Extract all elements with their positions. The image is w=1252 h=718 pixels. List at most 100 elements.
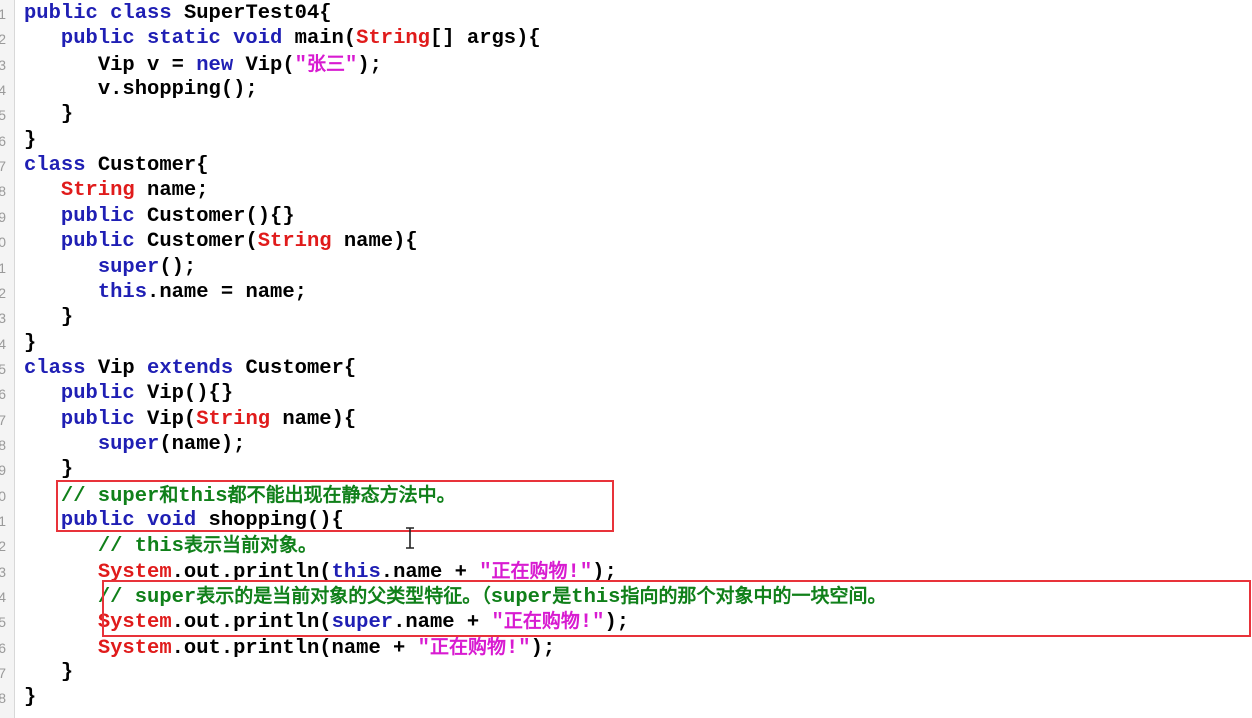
code-token: main( <box>294 27 357 51</box>
text-cursor-icon <box>406 527 414 549</box>
code-token: class <box>24 154 98 178</box>
code-token: public <box>60 204 148 228</box>
code-line[interactable]: } <box>24 331 36 356</box>
code-line[interactable]: String name; <box>24 178 209 203</box>
code-token: } <box>24 128 37 152</box>
code-line[interactable]: public Vip(String name){ <box>24 407 356 432</box>
code-line[interactable]: System.out.println(name + "正在购物!"); <box>24 635 555 661</box>
code-line[interactable]: Vip v = new Vip("张三"); <box>24 52 382 78</box>
code-token: } <box>60 661 74 685</box>
line-number: 8 <box>0 690 6 707</box>
code-token: Customer( <box>147 230 258 254</box>
line-number: 4 <box>0 589 6 606</box>
code-editor[interactable]: 1 public class SuperTest04{ 2 public stati… <box>0 0 1252 718</box>
code-token: super <box>97 255 160 279</box>
code-line[interactable]: } <box>24 305 73 330</box>
code-token: public class <box>24 2 184 25</box>
code-line[interactable]: super(name); <box>24 432 246 457</box>
highlight-box-super-note <box>102 580 1251 637</box>
code-token: Customer(){} <box>147 204 295 228</box>
code-token: String <box>356 27 430 51</box>
line-number: 3 <box>0 563 6 580</box>
code-line[interactable]: class Customer{ <box>24 153 209 178</box>
code-token: .out.println(name + <box>171 636 418 660</box>
code-line[interactable]: this.name = name; <box>24 280 307 305</box>
code-token: Customer{ <box>245 356 357 380</box>
line-number: 7 <box>0 411 6 428</box>
line-number: 5 <box>0 107 6 124</box>
line-number: 9 <box>0 208 6 225</box>
code-token: public <box>60 230 148 254</box>
code-token: public static void <box>60 27 295 51</box>
code-line[interactable]: } <box>24 660 73 685</box>
code-line[interactable]: } <box>24 685 36 710</box>
line-number: 6 <box>0 386 6 403</box>
code-token: Vip <box>97 356 148 380</box>
code-token: v.shopping(); <box>97 78 258 102</box>
code-token: public <box>60 407 148 431</box>
code-line[interactable]: public static void main(String[] args){ <box>24 26 541 51</box>
code-line[interactable]: public class SuperTest04{ <box>24 1 332 26</box>
code-token: "正在购物!" <box>417 635 531 660</box>
code-line[interactable]: v.shopping(); <box>24 77 258 102</box>
line-number: 1 <box>0 513 6 529</box>
code-token: String <box>196 407 283 431</box>
line-number: 4 <box>0 82 6 99</box>
code-line[interactable]: } <box>24 102 73 127</box>
code-line[interactable]: public Vip(){} <box>24 381 233 406</box>
code-token: Vip( <box>245 53 295 77</box>
code-token: (); <box>159 255 197 279</box>
line-number: 2 <box>0 284 6 301</box>
line-number: 9 <box>0 462 6 479</box>
line-number: 1 <box>0 259 6 276</box>
code-line[interactable]: class Vip extends Customer{ <box>24 356 356 381</box>
line-number: 7 <box>0 158 6 175</box>
line-number: 4 <box>0 335 6 352</box>
code-line[interactable]: } <box>24 457 73 482</box>
code-token: new <box>196 53 246 77</box>
code-line[interactable]: // this表示当前对象。 <box>24 533 317 559</box>
code-token: super <box>97 432 160 456</box>
code-token: System <box>97 636 172 660</box>
code-token: [] args){ <box>429 27 541 51</box>
line-number: 8 <box>0 183 6 200</box>
code-token: } <box>24 331 37 355</box>
code-token: ); <box>530 636 556 660</box>
line-number: 0 <box>0 487 6 504</box>
code-token: name; <box>147 179 209 203</box>
code-line[interactable]: public Customer(){} <box>24 204 295 229</box>
code-token: (name); <box>159 432 246 456</box>
line-number: 5 <box>0 614 6 631</box>
line-number: 0 <box>0 234 6 251</box>
code-line[interactable]: public Customer(String name){ <box>24 229 418 254</box>
line-number: 2 <box>0 31 6 48</box>
code-token: name){ <box>343 230 418 254</box>
code-token: Vip( <box>147 407 197 431</box>
code-token: String <box>60 179 148 203</box>
code-token: name){ <box>282 407 357 431</box>
code-token: Vip v = <box>97 53 197 77</box>
line-number: 7 <box>0 665 6 682</box>
code-token: } <box>60 306 74 330</box>
code-token: extends <box>147 356 246 380</box>
code-line[interactable]: } <box>24 128 36 153</box>
line-number: 6 <box>0 132 6 149</box>
code-line[interactable]: super(); <box>24 255 196 280</box>
code-token: Customer{ <box>97 154 209 178</box>
